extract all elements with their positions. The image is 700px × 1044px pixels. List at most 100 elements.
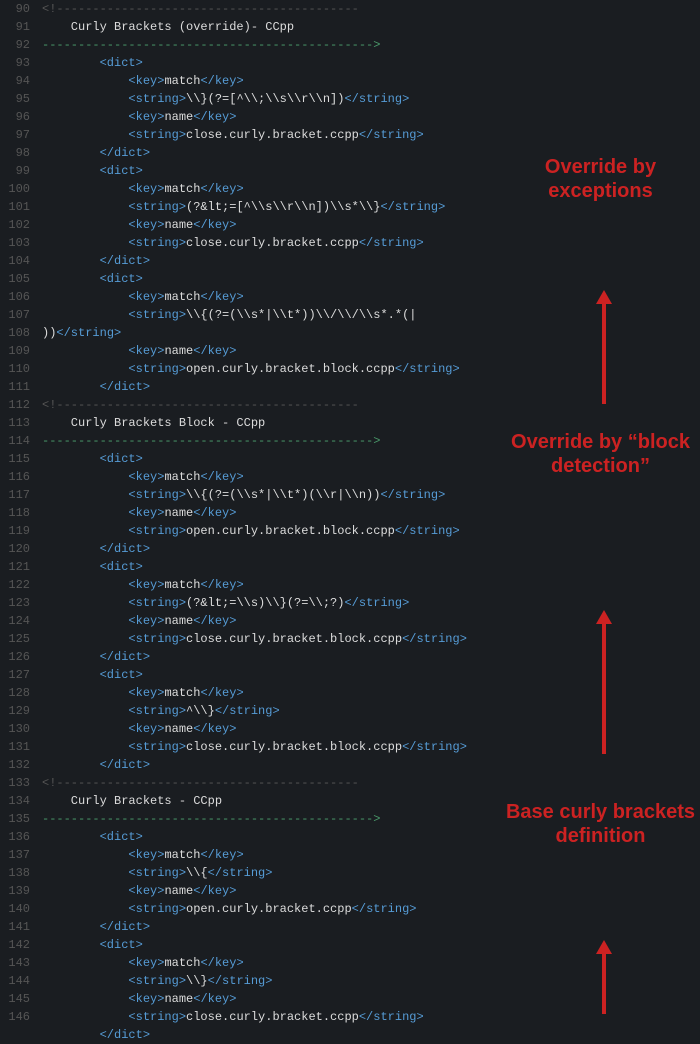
- code-line: </dict>: [42, 648, 700, 666]
- line-number: 105: [4, 270, 30, 288]
- line-number: 97: [4, 126, 30, 144]
- code-line: <string>close.curly.bracket.ccpp</string…: [42, 234, 700, 252]
- code-line: <string>\\{(?=(\\s*|\\t*)(\\r|\\n))</str…: [42, 486, 700, 504]
- code-line: <string>\\}</string>: [42, 972, 700, 990]
- line-number: 119: [4, 522, 30, 540]
- code-line: ----------------------------------------…: [42, 36, 700, 54]
- line-number: 145: [4, 990, 30, 1008]
- code-line: <dict>: [42, 828, 700, 846]
- line-number: 106: [4, 288, 30, 306]
- line-number: 113: [4, 414, 30, 432]
- line-number: 104: [4, 252, 30, 270]
- line-number: 143: [4, 954, 30, 972]
- line-number: 103: [4, 234, 30, 252]
- code-line: <key>name</key>: [42, 504, 700, 522]
- line-number: 141: [4, 918, 30, 936]
- line-number: 102: [4, 216, 30, 234]
- line-number: 100: [4, 180, 30, 198]
- line-number: 95: [4, 90, 30, 108]
- line-number: 124: [4, 612, 30, 630]
- code-line: <key>name</key>: [42, 612, 700, 630]
- line-number: 127: [4, 666, 30, 684]
- code-content: <!--------------------------------------…: [38, 0, 700, 1044]
- line-number: 98: [4, 144, 30, 162]
- line-number: 108: [4, 324, 30, 342]
- code-line: ----------------------------------------…: [42, 810, 700, 828]
- line-number: 111: [4, 378, 30, 396]
- line-number: 101: [4, 198, 30, 216]
- code-line: <string>\\}(?=[^\\;\\s\\r\\n])</string>: [42, 90, 700, 108]
- code-line: <key>match</key>: [42, 846, 700, 864]
- code-line: <key>name</key>: [42, 882, 700, 900]
- line-number: 90: [4, 0, 30, 18]
- code-line: </dict>: [42, 378, 700, 396]
- line-number: 118: [4, 504, 30, 522]
- code-line: ----------------------------------------…: [42, 432, 700, 450]
- line-number: 112: [4, 396, 30, 414]
- line-number: 137: [4, 846, 30, 864]
- line-number: 109: [4, 342, 30, 360]
- line-number: 120: [4, 540, 30, 558]
- code-line: <string>close.curly.bracket.block.ccpp</…: [42, 630, 700, 648]
- code-line: <key>match</key>: [42, 684, 700, 702]
- code-line: <string>open.curly.bracket.block.ccpp</s…: [42, 522, 700, 540]
- line-number: 94: [4, 72, 30, 90]
- code-line: <dict>: [42, 936, 700, 954]
- line-number: 125: [4, 630, 30, 648]
- line-number: 99: [4, 162, 30, 180]
- line-numbers: 9091929394959697989910010110210310410510…: [0, 0, 38, 1044]
- line-number: 144: [4, 972, 30, 990]
- code-line: <string>\\{</string>: [42, 864, 700, 882]
- line-number: 142: [4, 936, 30, 954]
- line-number: 131: [4, 738, 30, 756]
- code-line: <key>match</key>: [42, 954, 700, 972]
- line-number: 138: [4, 864, 30, 882]
- line-number: 117: [4, 486, 30, 504]
- code-line: <dict>: [42, 54, 700, 72]
- code-line: </dict>: [42, 918, 700, 936]
- code-line: Curly Brackets Block - CCpp: [42, 414, 700, 432]
- code-line: <!--------------------------------------…: [42, 774, 700, 792]
- line-number: 122: [4, 576, 30, 594]
- code-line: <string>open.curly.bracket.block.ccpp</s…: [42, 360, 700, 378]
- line-number: 110: [4, 360, 30, 378]
- code-line: <key>match</key>: [42, 576, 700, 594]
- code-line: </dict>: [42, 144, 700, 162]
- line-number: 132: [4, 756, 30, 774]
- line-number: 133: [4, 774, 30, 792]
- line-number: 96: [4, 108, 30, 126]
- code-editor: 9091929394959697989910010110210310410510…: [0, 0, 700, 1044]
- line-number: 128: [4, 684, 30, 702]
- line-number: 139: [4, 882, 30, 900]
- line-number: 121: [4, 558, 30, 576]
- code-line: <string>close.curly.bracket.block.ccpp</…: [42, 738, 700, 756]
- line-number: 134: [4, 792, 30, 810]
- line-number: 107: [4, 306, 30, 324]
- code-line: <key>match</key>: [42, 180, 700, 198]
- code-line: <key>name</key>: [42, 216, 700, 234]
- line-number: 136: [4, 828, 30, 846]
- line-number: 135: [4, 810, 30, 828]
- code-line: <string>open.curly.bracket.ccpp</string>: [42, 900, 700, 918]
- line-number: 126: [4, 648, 30, 666]
- code-line: <dict>: [42, 270, 700, 288]
- line-number: 129: [4, 702, 30, 720]
- code-line: <!--------------------------------------…: [42, 0, 700, 18]
- code-line: Curly Brackets (override)- CCpp: [42, 18, 700, 36]
- code-line: <dict>: [42, 558, 700, 576]
- code-line: </dict>: [42, 540, 700, 558]
- line-number: 93: [4, 54, 30, 72]
- line-number: 146: [4, 1008, 30, 1026]
- code-line: <string>(?&lt;=[^\\s\\r\\n])\\s*\\}</str…: [42, 198, 700, 216]
- line-number: 91: [4, 18, 30, 36]
- code-line: <string>close.curly.bracket.ccpp</string…: [42, 126, 700, 144]
- line-number: 130: [4, 720, 30, 738]
- code-line: </dict>: [42, 756, 700, 774]
- code-line: <key>match</key>: [42, 72, 700, 90]
- code-line: <string>(?&lt;=\\s)\\}(?=\\;?)</string>: [42, 594, 700, 612]
- code-line: <string>\\{(?=(\\s*|\\t*))\\/\\/\\s*.*( …: [42, 306, 700, 342]
- code-line: <key>name</key>: [42, 342, 700, 360]
- code-line: <dict>: [42, 450, 700, 468]
- code-line: <string>^\\}</string>: [42, 702, 700, 720]
- line-number: 92: [4, 36, 30, 54]
